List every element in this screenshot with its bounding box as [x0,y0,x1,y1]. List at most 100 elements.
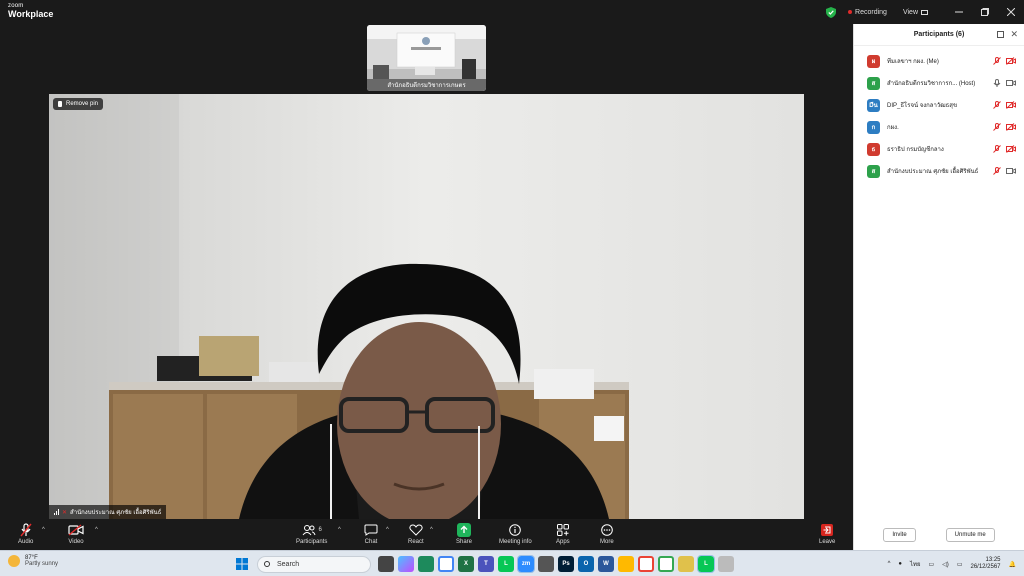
video-icon[interactable] [1006,167,1016,175]
video-icon[interactable] [1006,79,1016,87]
pop-out-icon[interactable] [997,31,1004,38]
video-options-caret-icon[interactable]: ^ [95,527,98,533]
remove-pin-button[interactable]: Remove pin [53,98,104,110]
participant-row[interactable]: ก กผง. [854,116,1024,138]
participant-avatar: ผ [867,54,880,68]
restore-icon [981,8,989,16]
participant-row[interactable]: Dีน DIP_ธีโรจน์ จงกลาวัฒธสุข [854,94,1024,116]
zoom-taskbar-icon[interactable]: zm [517,555,535,573]
meeting-toolbar: Audio ^ Video ^ 6 Participants ^ Chat ^ … [0,519,853,550]
mic-muted-icon[interactable] [993,101,1001,109]
weather-widget[interactable]: 87°F Partly sunny [8,555,58,568]
zoom-window: zoom Workplace Recording View สำนักอธิบด… [0,0,1024,550]
close-panel-icon[interactable]: ✕ [1010,29,1018,40]
apps-icon [556,524,569,536]
brand-line2: Workplace [8,9,54,19]
excel-icon[interactable]: X [458,556,474,572]
input-language[interactable]: ไทย [910,559,921,569]
chat-label: Chat [364,539,378,545]
photoshop-icon[interactable]: Ps [558,556,574,572]
leave-label: Leave [819,539,836,545]
mic-muted-icon[interactable] [993,167,1001,175]
participant-row[interactable]: ผ ทีมเลขาฯ กผง. (Me) [854,50,1024,72]
close-button[interactable] [998,0,1024,24]
clock[interactable]: 13:25 26/12/2567 [970,557,1000,571]
edge-browser-icon[interactable] [418,556,434,572]
app-icon[interactable] [538,556,554,572]
outlook-icon[interactable]: O [578,556,594,572]
file-explorer-icon[interactable] [618,556,634,572]
participant-row[interactable]: ส สำนักอธิบดีกรมวิชาการก... (Host) [854,72,1024,94]
participants-options-caret-icon[interactable]: ^ [338,527,341,533]
copilot-icon[interactable] [398,556,414,572]
participants-panel-header: Participants (6) ✕ [854,24,1024,46]
video-button[interactable]: Video [68,523,84,545]
close-icon [1007,8,1015,16]
react-options-caret-icon[interactable]: ^ [430,527,433,533]
invite-button[interactable]: Invite [883,528,916,542]
audio-button[interactable]: Audio [18,523,33,545]
security-app-icon[interactable] [718,556,734,572]
line-icon[interactable]: L [498,556,514,572]
chrome-icon[interactable] [438,556,454,572]
title-bar: zoom Workplace Recording View [0,0,1024,24]
chrome-profile-icon[interactable] [638,556,654,572]
pinned-video[interactable]: Remove pin ✕ สำนักงบประมาณ ศุภชัย เอื้อศ… [49,94,804,519]
participant-name: สำนักอธิบดีกรมวิชาการก... (Host) [887,81,976,87]
video-off-icon [68,524,84,536]
maximize-button[interactable] [972,0,998,24]
video-off-icon[interactable] [1006,123,1016,131]
mic-muted-icon[interactable] [993,57,1001,65]
video-off-icon[interactable] [1006,101,1016,109]
taskbar-search-box[interactable]: Search [257,555,371,573]
participant-avatar: ธ [867,142,880,156]
participants-button[interactable]: 6 Participants [296,523,327,545]
task-view-icon[interactable] [378,556,394,572]
show-hidden-icons-caret-icon[interactable]: ^ [888,561,891,567]
share-screen-icon [457,523,471,537]
more-button[interactable]: More [600,523,614,545]
recording-indicator[interactable]: Recording [848,9,887,16]
share-button[interactable]: Share [456,523,472,545]
minimize-icon [955,11,963,13]
mic-muted-icon [20,523,32,537]
participants-count: 6 [318,527,322,533]
share-label: Share [456,539,473,545]
participant-row[interactable]: ธ ธราธิป กรมบัญชีกลาง [854,138,1024,160]
participant-row[interactable]: ส สำนักงบประมาณ ศุภชัย เอื้อศิริพันธ์ [854,160,1024,182]
chrome-profile-2-icon[interactable] [658,556,674,572]
battery-icon[interactable]: ▭ [957,561,963,568]
video-off-icon[interactable] [1006,145,1016,153]
audio-options-caret-icon[interactable]: ^ [42,527,45,533]
windows-start-icon[interactable] [234,556,250,572]
network-icon[interactable]: ▭ [929,561,935,568]
minimize-button[interactable] [946,0,972,24]
word-icon[interactable]: W [598,556,614,572]
weather-desc: Partly sunny [25,561,59,568]
taskbar-apps: Search X T L zm Ps O W L [234,554,734,574]
line-active-icon[interactable]: L [697,555,715,573]
zoom-logo: zoom Workplace [8,3,53,19]
view-button[interactable]: View [903,9,928,16]
meeting-info-button[interactable]: Meeting info [499,523,532,545]
chat-options-caret-icon[interactable]: ^ [386,527,389,533]
folder-icon[interactable] [678,556,694,572]
teams-icon[interactable]: T [478,556,494,572]
participants-label: Participants [296,539,328,545]
microphone-tray-icon[interactable]: ● [898,561,902,567]
leave-button[interactable]: Leave [819,523,835,545]
participant-name: กผง. [887,125,899,131]
mic-muted-icon[interactable] [993,123,1001,131]
thumbnail-video[interactable]: สำนักอธิบดีกรมวิชาการเกษตร [367,25,486,91]
volume-icon[interactable]: ◁) [942,561,949,568]
unmute-me-button[interactable]: Unmute me [945,528,995,542]
apps-button[interactable]: Apps [556,523,570,545]
mic-muted-icon[interactable] [993,145,1001,153]
partly-sunny-icon [8,555,20,568]
security-shield-icon[interactable] [826,6,837,18]
chat-button[interactable]: Chat [364,523,378,545]
mic-icon[interactable] [993,79,1001,87]
react-button[interactable]: React [408,523,424,545]
notifications-bell-icon[interactable]: 🔔 [1009,561,1016,568]
video-off-icon[interactable] [1006,57,1016,65]
